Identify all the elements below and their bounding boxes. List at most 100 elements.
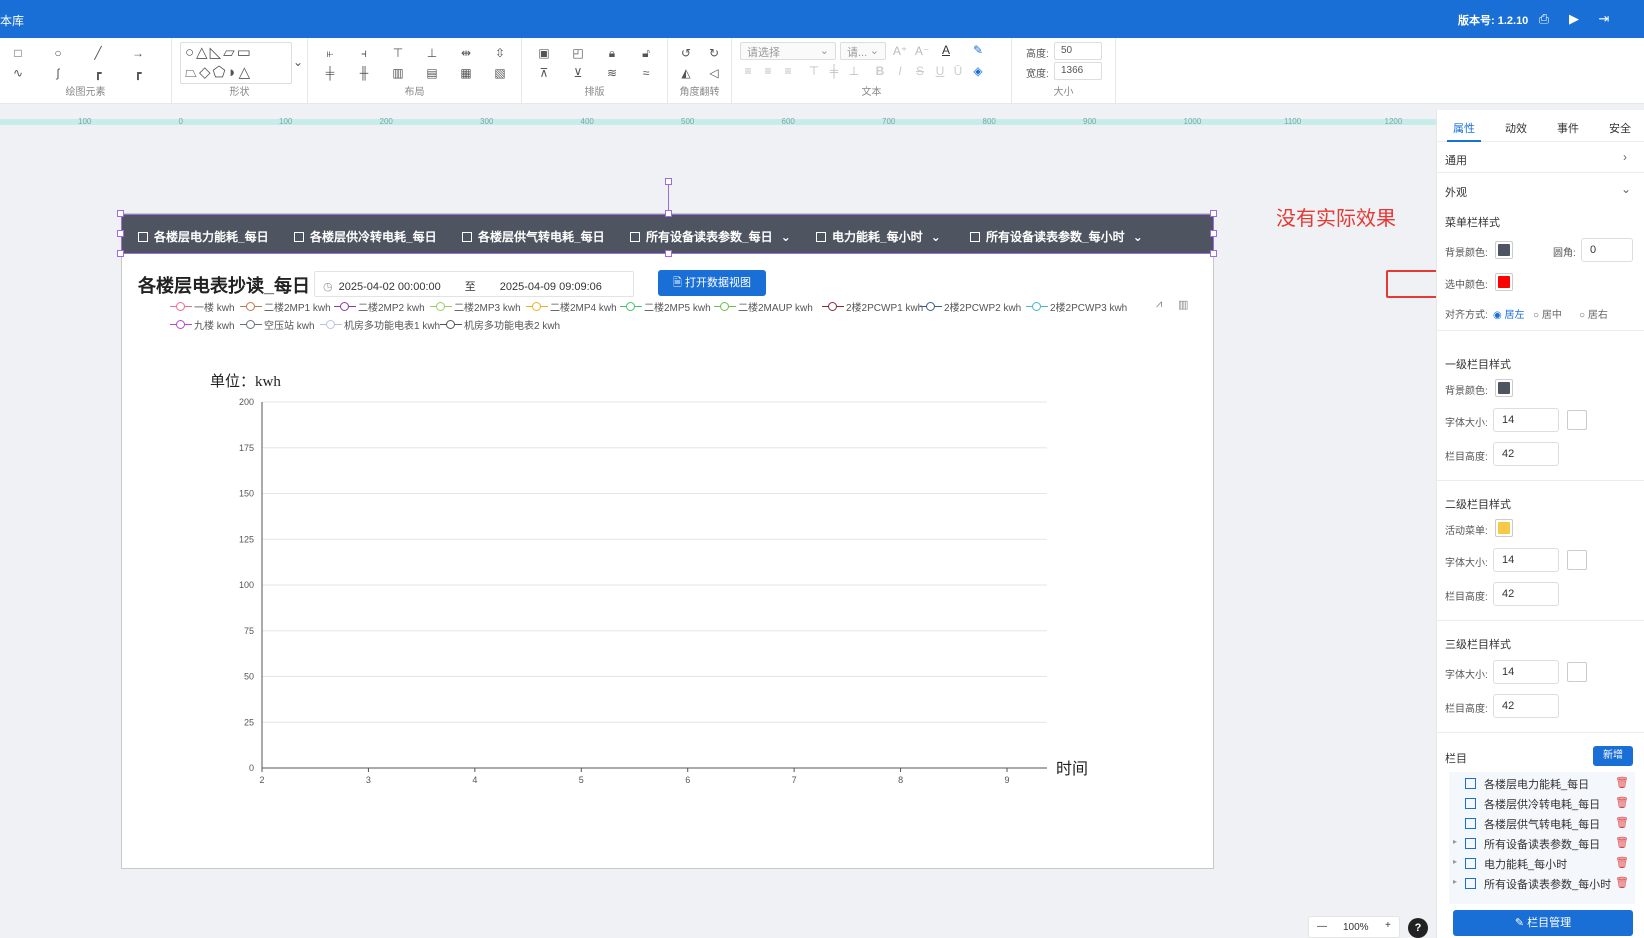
menu-item[interactable]: 各楼层供气转电耗_每日	[462, 228, 605, 245]
exit-icon[interactable]: ⇥	[1596, 11, 1612, 27]
unlock-icon[interactable]: 🔓︎	[638, 45, 654, 61]
level1-bg-color-picker[interactable]	[1495, 379, 1513, 397]
align-right-icon[interactable]: ⫞	[356, 45, 372, 61]
same-width-icon[interactable]: ▥	[390, 65, 406, 81]
chevron-down-icon[interactable]: ⌄	[1621, 182, 1631, 196]
arrow-icon[interactable]: →	[130, 45, 146, 61]
resize-handle-s[interactable]	[665, 250, 672, 257]
rotate-right-icon[interactable]: ↻	[706, 45, 722, 61]
design-canvas[interactable]: 各楼层电表抄读_每日 ◷ 2025-04-02 00:00:00 至 2025-04-…	[121, 213, 1214, 869]
lock-icon[interactable]: 🔒︎	[604, 45, 620, 61]
column-tree-item[interactable]: 所有设备读表参数_每小时	[1465, 876, 1611, 892]
level3-font-input[interactable]: 14	[1493, 660, 1559, 684]
align-bottom-icon[interactable]: ⊥	[424, 45, 440, 61]
center-h-icon[interactable]: ╪	[322, 65, 338, 81]
resize-handle-nw[interactable]	[117, 210, 124, 217]
chevron-down-icon[interactable]: ⌄	[290, 54, 306, 70]
text-valign-bottom-icon[interactable]: ⊥	[846, 63, 862, 79]
legend-item[interactable]: 2楼2PCWP2 kwh	[920, 299, 1021, 314]
manage-columns-button[interactable]: ✎ 栏目管理	[1453, 910, 1633, 936]
text-valign-top-icon[interactable]: ⊤	[806, 63, 822, 79]
flip-h-icon[interactable]: ◭	[678, 65, 694, 81]
radius-input[interactable]: 0	[1581, 238, 1633, 262]
shape-palette[interactable]: ○△◺▱▭ ⏢◇⬠◗△	[180, 42, 292, 84]
bring-to-front-icon[interactable]: ≋	[604, 65, 620, 81]
chevron-right-icon[interactable]: ›	[1623, 150, 1627, 164]
height-input[interactable]: 50	[1054, 42, 1102, 60]
flip-v-icon[interactable]: ◁	[706, 65, 722, 81]
line-chart-toggle-icon[interactable]: ⩘	[1156, 298, 1162, 311]
tab-properties[interactable]: 属性	[1453, 120, 1475, 136]
edit-icon[interactable]: ✎	[970, 42, 986, 58]
width-input[interactable]: 1366	[1054, 62, 1102, 80]
stack-icon[interactable]: ▧	[492, 65, 508, 81]
send-to-back-icon[interactable]: ≈	[638, 65, 654, 81]
circle-icon[interactable]: ○	[50, 45, 66, 61]
align-left-radio[interactable]: ◉ 居左	[1493, 306, 1525, 321]
menu-bar-component[interactable]: 各楼层电力能耗_每日 各楼层供冷转电耗_每日 各楼层供气转电耗_每日 所有设备读表参数…	[121, 214, 1214, 254]
zoom-out-button[interactable]: —	[1317, 921, 1327, 932]
resize-handle-n[interactable]	[665, 210, 672, 217]
rotate-handle[interactable]	[665, 178, 672, 185]
font-increase-icon[interactable]: A⁺	[892, 43, 908, 59]
expand-arrow-icon[interactable]: ▸	[1453, 877, 1457, 886]
ungroup-icon[interactable]: ◰	[570, 45, 586, 61]
legend-item[interactable]: 一楼 kwh	[170, 299, 235, 314]
send-backward-icon[interactable]: ⊻	[570, 65, 586, 81]
menu-item[interactable]: 所有设备读表参数_每小时 ⌄	[970, 228, 1143, 245]
menu-item[interactable]: 电力能耗_每小时 ⌄	[816, 228, 941, 245]
group-icon[interactable]: ▣	[536, 45, 552, 61]
menu-item[interactable]: 所有设备读表参数_每日 ⌄	[630, 228, 791, 245]
delete-icon[interactable]: 🗑︎	[1615, 776, 1629, 789]
delete-icon[interactable]: 🗑︎	[1615, 856, 1629, 869]
align-right-radio[interactable]: ○ 居右	[1579, 306, 1608, 321]
bring-forward-icon[interactable]: ⊼	[536, 65, 552, 81]
general-section[interactable]: 通用	[1445, 152, 1467, 168]
legend-item[interactable]: 二楼2MAUP kwh	[714, 299, 813, 314]
legend-item[interactable]: 2楼2PCWP1 kwh	[822, 299, 923, 314]
column-tree-item[interactable]: 各楼层供气转电耗_每日	[1465, 816, 1600, 832]
distribute-h-icon[interactable]: ⇹	[458, 45, 474, 61]
same-size-icon[interactable]: ▦	[458, 65, 474, 81]
font-select[interactable]: 请... ⌄	[840, 42, 886, 60]
level1-font-color-picker[interactable]	[1567, 410, 1587, 430]
rotate-left-icon[interactable]: ↺	[678, 45, 694, 61]
font-color-icon[interactable]: A	[938, 42, 954, 58]
column-tree-item[interactable]: 电力能耗_每小时	[1465, 856, 1567, 872]
legend-item[interactable]: 二楼2MP4 kwh	[526, 299, 617, 314]
column-tree-item[interactable]: 各楼层供冷转电耗_每日	[1465, 796, 1600, 812]
elbow-connector-icon[interactable]: ┏	[90, 65, 106, 81]
legend-item[interactable]: 二楼2MP3 kwh	[430, 299, 521, 314]
level2-font-color-picker[interactable]	[1567, 550, 1587, 570]
appearance-section[interactable]: 外观	[1445, 184, 1467, 200]
align-top-icon[interactable]: ⊤	[390, 45, 406, 61]
line-icon[interactable]: ╱	[90, 45, 106, 61]
level2-height-input[interactable]: 42	[1493, 582, 1559, 606]
resize-handle-w[interactable]	[117, 230, 124, 237]
text-valign-middle-icon[interactable]: ╪	[826, 63, 842, 79]
legend-item[interactable]: 二楼2MP1 kwh	[240, 299, 331, 314]
bold-icon[interactable]: B	[872, 63, 888, 79]
italic-icon[interactable]: I	[892, 63, 908, 79]
text-style-select[interactable]: 请选择 ⌄	[740, 42, 836, 60]
level1-font-input[interactable]: 14	[1493, 408, 1559, 432]
resize-handle-ne[interactable]	[1210, 210, 1217, 217]
strikethrough-icon[interactable]: S	[912, 63, 928, 79]
level2-font-input[interactable]: 14	[1493, 548, 1559, 572]
elbow-arrow-icon[interactable]: ┏	[130, 65, 146, 81]
column-tree-item[interactable]: 所有设备读表参数_每日	[1465, 836, 1600, 852]
overline-icon[interactable]: Ū	[950, 63, 966, 79]
resize-handle-se[interactable]	[1210, 250, 1217, 257]
same-height-icon[interactable]: ▤	[424, 65, 440, 81]
curve-icon[interactable]: ʃ	[50, 65, 66, 81]
tab-animation[interactable]: 动效	[1505, 120, 1527, 136]
align-left-icon[interactable]: ⫦	[322, 45, 338, 61]
resize-handle-e[interactable]	[1210, 230, 1217, 237]
delete-icon[interactable]: 🗑︎	[1615, 836, 1629, 849]
legend-item[interactable]: 二楼2MP5 kwh	[620, 299, 711, 314]
underline-icon[interactable]: U	[932, 63, 948, 79]
rectangle-icon[interactable]: □	[10, 45, 26, 61]
delete-icon[interactable]: 🗑︎	[1615, 876, 1629, 889]
fill-color-icon[interactable]: ◈	[970, 63, 986, 79]
legend-item[interactable]: 2楼2PCWP3 kwh	[1026, 299, 1127, 314]
